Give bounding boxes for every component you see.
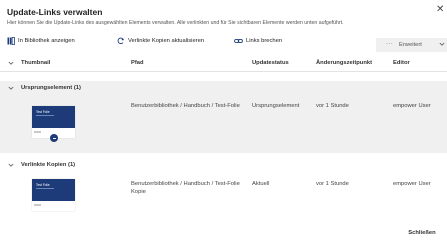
slide-footer xyxy=(34,204,41,206)
chevron-down-icon xyxy=(8,163,14,167)
close-button[interactable]: Schließen xyxy=(401,228,443,240)
update-linked-copies-button[interactable]: Verlinkte Kopien aktualisieren xyxy=(117,37,204,45)
slide-thumbnail[interactable]: Test Folie xyxy=(32,106,75,142)
group-origin[interactable]: Ursprungselement (1) xyxy=(0,81,447,95)
update-linked-copies-label: Verlinkte Kopien aktualisieren xyxy=(128,38,205,44)
table-row[interactable]: Test Folie Benutzerbibliothek / Handbuch… xyxy=(0,173,447,218)
refresh-icon xyxy=(117,37,124,45)
editor-cell: empower User xyxy=(393,103,431,109)
more-icon: ··· xyxy=(386,41,394,47)
path-cell: Benutzerbibliothek / Handbuch / Test-Fol… xyxy=(131,181,240,195)
slide-title: Test Folie xyxy=(36,183,50,187)
advanced-label: Erweitert xyxy=(399,41,422,48)
slide-footer xyxy=(34,131,41,133)
changed-cell: vor 1 Stunde xyxy=(316,103,349,109)
status-cell: Ursprungselement xyxy=(252,103,300,109)
dialog-subtitle: Hier können Sie die Update-Links des aus… xyxy=(7,20,344,26)
dialog-title: Update-Links verwalten xyxy=(7,7,103,17)
path-cell: Benutzerbibliothek / Handbuch / Test-Fol… xyxy=(131,103,240,109)
slide-title: Test Folie xyxy=(36,110,50,114)
table-row[interactable]: Test Folie Benutzerbibliothek / Handbuch… xyxy=(0,95,447,153)
show-in-library-button[interactable]: In Bibliothek anzeigen xyxy=(7,37,75,45)
column-update-status[interactable]: Updatestatus xyxy=(252,60,289,66)
table-header: Thumbnail Pfad Updatestatus Änderungszei… xyxy=(0,55,447,72)
break-links-label: Links brechen xyxy=(246,38,283,44)
changed-cell: vor 1 Stunde xyxy=(316,181,349,187)
slide-preview: Test Folie xyxy=(32,106,75,128)
editor-cell: empower User xyxy=(393,181,431,187)
slide-preview: Test Folie xyxy=(32,179,75,201)
slide-title-underline xyxy=(36,115,54,116)
column-path[interactable]: Pfad xyxy=(131,60,144,66)
chevron-down-icon xyxy=(439,42,445,46)
group-label: Ursprungselement (1) xyxy=(21,85,81,91)
close-icon[interactable]: ✕ xyxy=(436,5,444,15)
advanced-dropdown[interactable]: ··· Erweitert xyxy=(376,38,447,52)
status-cell: Aktuell xyxy=(252,181,270,187)
slide-thumbnail[interactable]: Test Folie xyxy=(32,179,75,211)
break-links-button[interactable]: Links brechen xyxy=(234,37,282,45)
group-linked-copies[interactable]: Verlinkte Kopien (1) xyxy=(0,158,447,172)
column-changed[interactable]: Änderungszeitpunkt xyxy=(316,60,372,66)
slide-title-underline xyxy=(36,188,54,189)
chevron-down-icon xyxy=(8,86,14,90)
group-label: Verlinkte Kopien (1) xyxy=(21,162,76,168)
link-icon xyxy=(234,38,243,44)
chevron-down-icon[interactable] xyxy=(8,60,14,66)
column-editor[interactable]: Editor xyxy=(393,60,410,66)
show-in-library-label: In Bibliothek anzeigen xyxy=(18,38,75,44)
library-icon xyxy=(7,37,15,45)
origin-badge-icon xyxy=(50,134,58,142)
column-thumbnail[interactable]: Thumbnail xyxy=(21,60,50,66)
